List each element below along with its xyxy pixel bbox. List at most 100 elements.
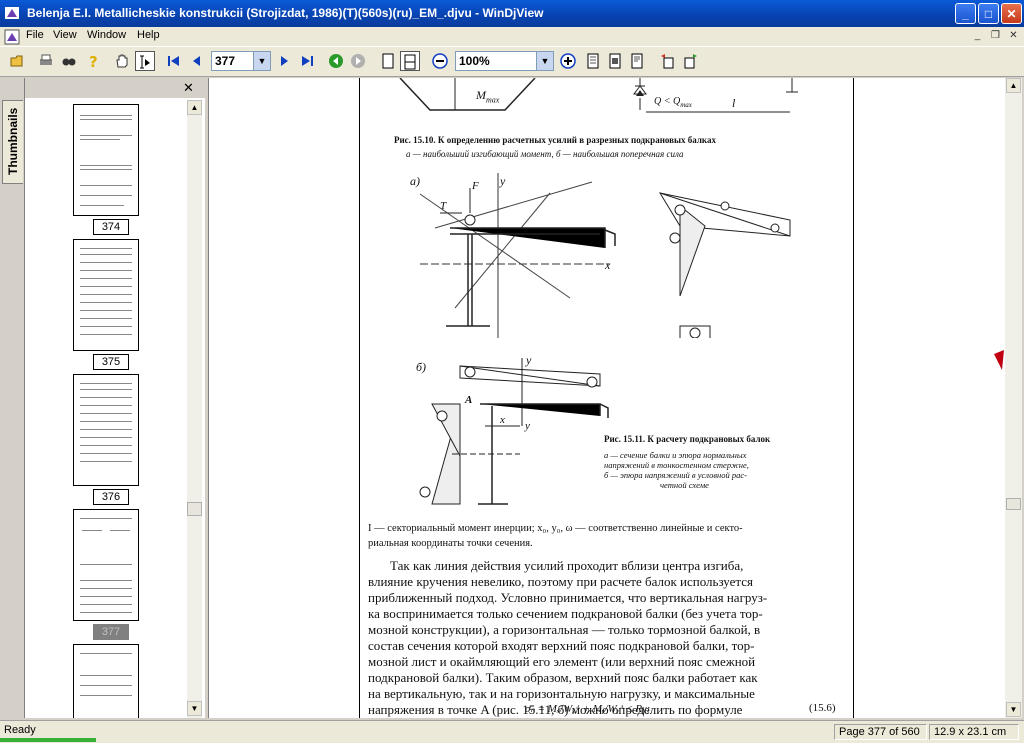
fig1-label-q: Q < Qmax (654, 96, 692, 109)
scroll-thumb[interactable] (187, 502, 202, 516)
close-panel-button[interactable]: ✕ (183, 80, 194, 96)
scroll-thumb[interactable] (1006, 498, 1021, 510)
fig2-label-b: б) (416, 360, 427, 374)
thumbnail-page-376[interactable] (73, 374, 139, 486)
scroll-down-icon[interactable]: ▼ (187, 701, 202, 716)
zoom-in-icon[interactable] (558, 51, 578, 71)
menu-view[interactable]: View (53, 29, 77, 41)
close-button[interactable]: ✕ (1001, 3, 1022, 24)
forward-icon[interactable] (348, 51, 368, 71)
single-page-icon[interactable] (378, 51, 398, 71)
thumbnail-label-375[interactable]: 375 (93, 354, 129, 370)
tab-thumbnails[interactable]: Thumbnails (2, 100, 23, 184)
title-bar: Belenja E.I. Metallicheskie konstrukcii … (0, 0, 1024, 27)
page-number-combo[interactable]: 377 ▼ (211, 51, 271, 71)
document-view[interactable]: Mmax Q < Qmax l Рис. 15.10. К определени… (208, 78, 1005, 718)
thumbnail-page-377[interactable] (73, 509, 139, 621)
status-size: 12.9 x 23.1 cm (929, 724, 1019, 740)
fig1-label-mmax: Mmax (476, 88, 500, 105)
scroll-up-icon[interactable]: ▲ (187, 100, 202, 115)
formula: σₙ = Mₓ/Wₓᴬ + Mᵧ/Wᵧᴬ ≤ Rγ; (525, 703, 651, 715)
sidebar-tab-strip: Thumbnails (0, 78, 25, 718)
app-icon[interactable] (4, 5, 20, 21)
body-text-line: влияние кручения невелико, поэтому при р… (368, 574, 753, 589)
fig2-caption-line2: напряжений в тонкостенном стержне, (604, 460, 749, 470)
formula-number: (15.6) (809, 702, 836, 714)
open-icon[interactable] (8, 51, 28, 71)
body-text-line: на вертикальную, так и на горизонтальную… (368, 686, 755, 701)
actual-size-icon[interactable] (627, 51, 647, 71)
thumbnails-scrollbar[interactable]: ▲ ▼ (187, 100, 202, 718)
body-text-line: мозной лист и окаймляющий его элемент (и… (368, 654, 756, 669)
body-text-line: Так как линия действия усилий проходит в… (390, 558, 744, 573)
scroll-down-icon[interactable]: ▼ (1006, 702, 1021, 717)
previous-page-icon[interactable] (186, 51, 206, 71)
thumbnail-page-375[interactable] (73, 239, 139, 351)
thumbnails-panel: ✕ 374 375 376 377 ▲ ▼ (25, 78, 205, 718)
maximize-button[interactable]: □ (978, 3, 999, 24)
find-icon[interactable] (59, 51, 79, 71)
fig2a-label-tx: T (440, 200, 447, 212)
status-ready: Ready (4, 724, 36, 736)
thumbnail-label-376[interactable]: 376 (93, 489, 129, 505)
print-icon[interactable] (36, 51, 56, 71)
tab-thumbnails-label: Thumbnails (6, 107, 20, 175)
fig2a-label-x: x (605, 258, 611, 272)
mdi-close-button[interactable]: ✕ (1006, 29, 1021, 43)
mdi-restore-button[interactable]: ❐ (988, 29, 1003, 43)
select-tool-icon[interactable] (135, 51, 155, 71)
svg-text:?: ? (89, 53, 98, 69)
minimize-button[interactable]: _ (955, 3, 976, 24)
first-page-icon[interactable] (164, 51, 184, 71)
last-page-icon[interactable] (297, 51, 317, 71)
menu-help[interactable]: Help (137, 29, 160, 41)
hand-tool-icon[interactable] (112, 51, 132, 71)
fig2-caption-title: Рис. 15.11. К расчету подкрановых балок (604, 434, 771, 444)
fig2b-label-y: y (526, 353, 532, 367)
page-number-value: 377 (215, 54, 236, 68)
mdi-minimize-button[interactable]: _ (970, 29, 985, 43)
zoom-out-icon[interactable] (430, 51, 450, 71)
thumbnail-label-377[interactable]: 377 (93, 624, 129, 640)
fig2-caption-line1: а — сечение балки и эпюра нормальных (604, 450, 747, 460)
thumbnail-page-374[interactable] (73, 104, 139, 216)
chevron-down-icon[interactable]: ▼ (253, 52, 270, 70)
fig1-label-l: l (732, 96, 736, 110)
body-text-line: состав сечения которой входят верхний по… (368, 638, 755, 653)
document-scrollbar[interactable]: ▲ ▼ (1005, 78, 1022, 718)
body-text-line: мозной конструкции), а горизонтальная — … (368, 622, 761, 637)
window-title: Belenja E.I. Metallicheskie konstrukcii … (27, 6, 544, 20)
document-icon[interactable] (4, 29, 20, 45)
body-text-line: ка воспринимается только сечением подкра… (368, 606, 763, 621)
fig2b-label-y0: y (525, 420, 530, 432)
menu-window[interactable]: Window (87, 29, 126, 41)
thumbnail-page-378[interactable] (73, 644, 139, 718)
thumbnails-header: ✕ (25, 78, 205, 98)
scroll-up-icon[interactable]: ▲ (1006, 78, 1021, 93)
thumbnail-label-374[interactable]: 374 (93, 219, 129, 235)
fit-page-icon[interactable] (583, 51, 603, 71)
next-page-icon[interactable] (275, 51, 295, 71)
fig2b-label-x0: x (500, 414, 505, 426)
menu-file[interactable]: File (26, 29, 44, 41)
help-icon[interactable]: ? (83, 51, 103, 71)
fig2-caption-line3: б — эпюра напряжений в условной рас- (604, 470, 747, 480)
status-page: Page 377 of 560 (834, 724, 927, 740)
toolbar: ? 377 ▼ 100% ▼ (0, 47, 1024, 77)
body-text-line: I — секториальный момент инерции; x₀, y₀… (368, 523, 743, 534)
progress-bar (0, 738, 96, 742)
fig2b-label-A: A (465, 394, 473, 406)
continuous-page-icon[interactable] (400, 51, 420, 71)
fig2-label-a: а) (410, 174, 420, 188)
fig1-caption-subtitle: а — наибольший изгибающий момент, б — на… (406, 149, 684, 159)
back-icon[interactable] (326, 51, 346, 71)
fig2-caption-line4: четной схеме (660, 480, 709, 490)
rotate-left-icon[interactable] (657, 51, 677, 71)
chevron-down-icon[interactable]: ▼ (536, 52, 553, 70)
fit-width-icon[interactable] (605, 51, 625, 71)
fig2a-label-y: y (500, 174, 506, 188)
body-text-line: риальная координаты точки сечения. (368, 538, 533, 549)
fig1-caption-title: Рис. 15.10. К определению расчетных усил… (394, 135, 716, 145)
zoom-combo[interactable]: 100% ▼ (455, 51, 554, 71)
rotate-right-icon[interactable] (681, 51, 701, 71)
